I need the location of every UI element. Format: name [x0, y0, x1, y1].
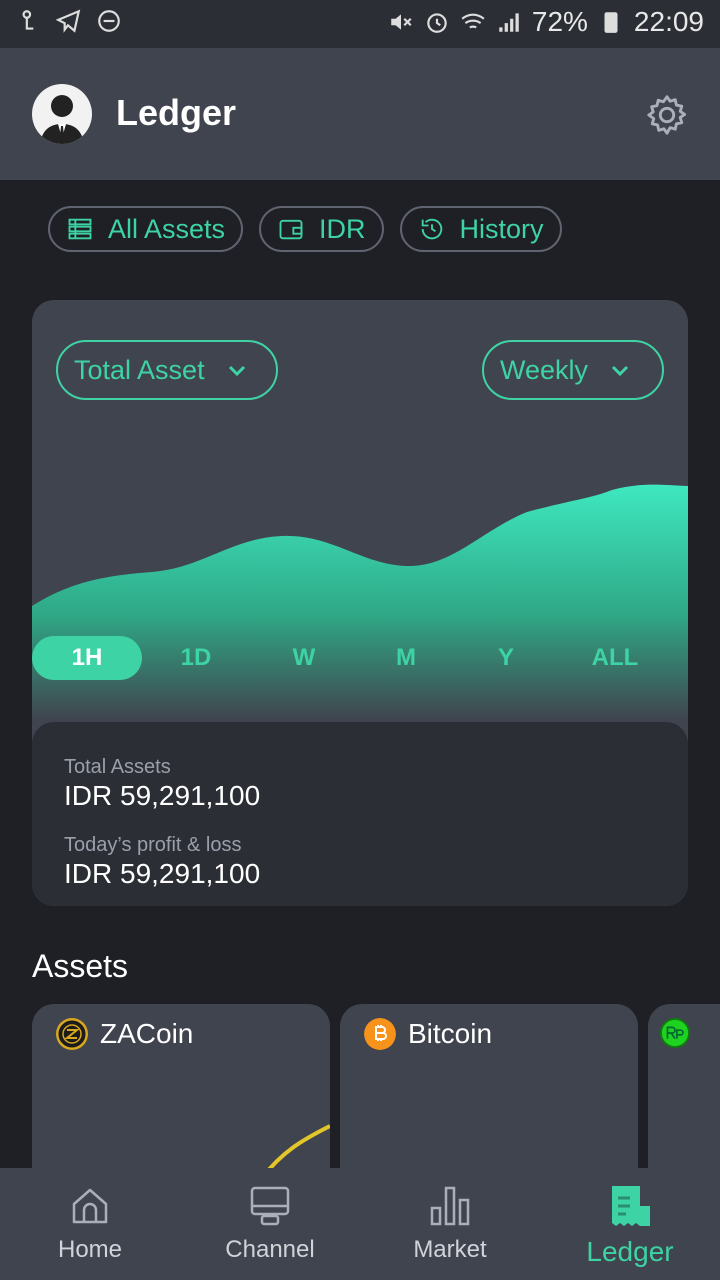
gear-icon[interactable]	[644, 92, 690, 138]
range-m[interactable]: M	[376, 636, 436, 680]
asset-card-zacoin[interactable]: ZACoin	[32, 1004, 330, 1194]
asset-summary: Total Assets IDR 59,291,100 Today’s prof…	[32, 722, 688, 906]
stack-icon	[68, 218, 92, 240]
currency-chip[interactable]: IDR	[259, 206, 384, 252]
period-dropdown[interactable]: Weekly	[482, 340, 664, 400]
chevron-down-icon	[611, 365, 629, 377]
status-notifications	[16, 8, 122, 34]
asset-chart-card: Total Asset Weekly 1H 1D W M Y ALL Total…	[32, 300, 688, 906]
touch-icon	[22, 10, 34, 30]
all-assets-chip[interactable]: All Assets	[48, 206, 244, 252]
chevron-down-icon	[228, 365, 245, 377]
alarm-icon	[427, 13, 447, 33]
asset-card-rupiah[interactable]	[648, 1004, 720, 1194]
ledger-icon	[612, 1186, 650, 1226]
range-1d[interactable]: 1D	[166, 636, 226, 680]
chip-label: History	[459, 213, 544, 244]
nav-ledger[interactable]: Ledger	[540, 1168, 720, 1280]
assets-heading: Assets	[32, 948, 129, 984]
time-range-selector: 1H 1D W M Y ALL	[32, 636, 688, 680]
asset-name: Bitcoin	[408, 1018, 493, 1049]
bottom-nav: Home Channel Market Ledger	[0, 1168, 720, 1280]
chip-label: All Assets	[108, 213, 226, 244]
channel-icon	[250, 1186, 290, 1226]
clock: 22:09	[633, 6, 704, 37]
wallet-icon	[279, 219, 303, 240]
nav-channel[interactable]: Channel	[180, 1168, 360, 1280]
asset-card-bitcoin[interactable]: Bitcoin	[340, 1004, 638, 1194]
battery-icon	[604, 12, 618, 33]
user-avatar-icon	[40, 95, 84, 144]
page-title: Ledger	[116, 92, 237, 133]
history-chip[interactable]: History	[399, 206, 562, 252]
nav-home[interactable]: Home	[0, 1168, 180, 1280]
mute-icon	[391, 14, 412, 30]
battery-percent: 72%	[531, 6, 588, 37]
nav-label: Market	[413, 1236, 487, 1263]
area-chart	[32, 484, 688, 720]
asset-dropdown-value: Total Asset	[74, 354, 205, 385]
status-system: 72% 22:09	[388, 6, 704, 38]
app-bar: Ledger	[0, 48, 720, 180]
zacoin-icon	[56, 1018, 88, 1050]
range-all[interactable]: ALL	[580, 636, 650, 680]
rupiah-icon	[660, 1018, 690, 1048]
market-icon	[430, 1186, 470, 1226]
filter-chips: All Assets IDR History	[48, 206, 562, 252]
status-bar: 72% 22:09	[0, 0, 720, 48]
nav-label: Ledger	[586, 1236, 674, 1267]
range-y[interactable]: Y	[476, 636, 536, 680]
range-w[interactable]: W	[274, 636, 334, 680]
pnl-label: Today’s profit & loss	[64, 834, 242, 856]
total-assets-value: IDR 59,291,100	[64, 780, 261, 811]
history-icon	[421, 218, 442, 240]
bitcoin-icon	[364, 1018, 396, 1050]
home-icon	[72, 1188, 108, 1224]
range-1h[interactable]: 1H	[32, 636, 142, 680]
nav-label: Home	[57, 1236, 123, 1263]
do-not-disturb-icon	[98, 10, 120, 32]
avatar[interactable]	[32, 84, 92, 144]
asset-name: ZACoin	[100, 1018, 194, 1049]
period-dropdown-value: Weekly	[500, 354, 589, 385]
asset-dropdown[interactable]: Total Asset	[56, 340, 278, 400]
wifi-icon	[461, 13, 485, 29]
chip-label: IDR	[319, 213, 366, 244]
telegram-icon	[56, 9, 81, 33]
signal-icon	[499, 13, 519, 32]
nav-label: Channel	[225, 1236, 315, 1263]
chart-area	[32, 484, 688, 720]
nav-market[interactable]: Market	[360, 1168, 540, 1280]
total-assets-label: Total Assets	[64, 756, 171, 778]
pnl-value: IDR 59,291,100	[64, 858, 261, 889]
